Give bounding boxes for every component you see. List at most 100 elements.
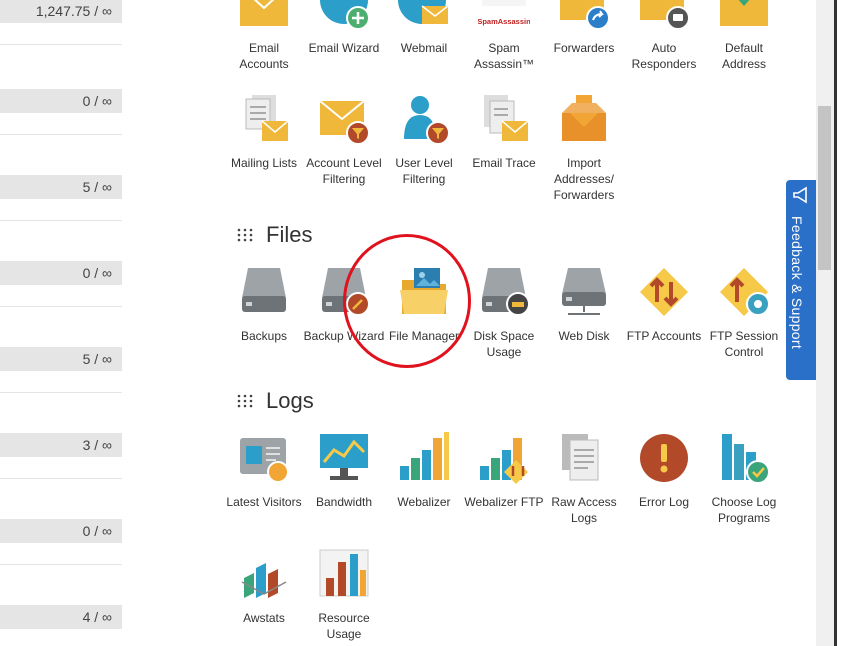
ftp-session-control-button[interactable]: FTP Session Control xyxy=(703,266,785,360)
bandwidth-button[interactable]: Bandwidth xyxy=(303,432,385,510)
ftp-arrows-icon xyxy=(640,268,688,316)
stat-value: 0 / ∞ xyxy=(0,261,122,285)
raw-access-logs-button[interactable]: Raw Access Logs xyxy=(543,432,625,526)
forward-envelope-icon xyxy=(560,0,610,30)
logs-section-title: Logs xyxy=(237,388,314,414)
envelope-icon xyxy=(240,0,288,26)
default-address-button[interactable]: Default Address xyxy=(703,0,785,72)
stat-value: 3 / ∞ xyxy=(0,433,122,457)
tile-label: Forwarders xyxy=(553,41,615,55)
drag-handle-icon xyxy=(237,394,253,408)
tile-label: Disk Space Usage xyxy=(473,329,535,359)
tile-label: Spam Assassin™ xyxy=(473,41,535,71)
latest-visitors-button[interactable]: Latest Visitors xyxy=(223,432,305,510)
webalizer-button[interactable]: Webalizer xyxy=(383,432,465,510)
stat-value: 4 / ∞ xyxy=(0,605,122,629)
webmail-button[interactable]: Webmail xyxy=(383,0,465,56)
email-wizard-button[interactable]: Email Wizard xyxy=(303,0,385,56)
drag-handle-icon xyxy=(237,228,253,242)
tile-label: Webalizer xyxy=(397,495,451,509)
spamassassin-logo-icon: SpamAssassin xyxy=(477,0,531,26)
divider xyxy=(0,306,122,307)
error-icon xyxy=(640,434,688,482)
document-stack-icon xyxy=(562,434,599,481)
email-accounts-button[interactable]: Email Accounts xyxy=(223,0,305,72)
stat-value: 0 / ∞ xyxy=(0,519,122,543)
tile-label: FTP Session Control xyxy=(709,329,779,359)
choose-log-programs-button[interactable]: Choose Log Programs xyxy=(703,432,785,526)
3d-chart-icon xyxy=(241,563,287,598)
drive-icon xyxy=(242,268,286,312)
resource-chart-icon xyxy=(319,549,369,597)
tile-label: Auto Responders xyxy=(631,41,697,71)
webalizer-ftp-button[interactable]: Webalizer FTP xyxy=(463,432,545,510)
forwarders-button[interactable]: Forwarders xyxy=(543,0,625,56)
megaphone-icon xyxy=(793,186,807,204)
user-filter-icon xyxy=(404,96,450,145)
web-disk-icon xyxy=(562,268,606,315)
default-address-icon xyxy=(720,0,768,26)
awstats-button[interactable]: Awstats xyxy=(223,548,305,626)
backups-button[interactable]: Backups xyxy=(223,266,305,344)
ftp-accounts-button[interactable]: FTP Accounts xyxy=(623,266,705,344)
mailing-list-icon xyxy=(245,95,289,141)
auto-responders-button[interactable]: Auto Responders xyxy=(623,0,705,72)
import-box-icon xyxy=(562,95,606,141)
email-trace-button[interactable]: Email Trace xyxy=(463,93,545,171)
tile-label: Default Address xyxy=(721,41,767,71)
resource-usage-button[interactable]: Resource Usage xyxy=(303,548,385,642)
divider xyxy=(0,220,122,221)
divider xyxy=(0,478,122,479)
trace-icon xyxy=(484,95,529,141)
import-addresses-button[interactable]: Import Addresses/ Forwarders xyxy=(543,93,625,203)
section-heading: Files xyxy=(266,222,313,247)
tile-label: Bandwidth xyxy=(315,495,373,509)
highlight-annotation-circle xyxy=(343,234,471,368)
user-level-filtering-button[interactable]: User Level Filtering xyxy=(383,93,465,187)
stat-value: 5 / ∞ xyxy=(0,347,122,371)
scrollbar-track[interactable] xyxy=(816,0,834,646)
scrollbar-thumb[interactable] xyxy=(818,106,831,270)
files-section-title: Files xyxy=(237,222,312,248)
feedback-support-tab[interactable]: Feedback & Support xyxy=(786,180,816,380)
tile-label: Error Log xyxy=(638,495,690,509)
divider xyxy=(0,134,122,135)
tile-label: Resource Usage xyxy=(318,611,370,641)
bar-chart-ftp-icon xyxy=(480,438,528,484)
tile-label: Web Disk xyxy=(558,329,610,343)
autoresponder-icon xyxy=(640,0,690,30)
tile-label: Choose Log Programs xyxy=(711,495,777,525)
tile-label: Email Accounts xyxy=(239,41,289,71)
monitor-graph-icon xyxy=(320,434,368,480)
feedback-label: Feedback & Support xyxy=(789,216,805,350)
webmail-icon xyxy=(398,0,449,24)
svg-text:SpamAssassin: SpamAssassin xyxy=(478,17,530,26)
tile-label: Backups xyxy=(240,329,288,343)
tile-label: Webalizer FTP xyxy=(464,495,544,509)
error-log-button[interactable]: Error Log xyxy=(623,432,705,510)
disk-space-usage-button[interactable]: Disk Space Usage xyxy=(463,266,545,360)
tile-label: Import Addresses/ Forwarders xyxy=(553,156,615,202)
tile-label: Awstats xyxy=(243,611,285,625)
divider xyxy=(0,44,122,45)
tile-label: Latest Visitors xyxy=(226,495,302,509)
tile-label: User Level Filtering xyxy=(395,156,453,186)
account-level-filtering-button[interactable]: Account Level Filtering xyxy=(303,93,385,187)
spam-assassin-button[interactable]: SpamAssassin Spam Assassin™ xyxy=(463,0,545,72)
mailing-lists-button[interactable]: Mailing Lists xyxy=(223,93,305,171)
stat-value: 1,247.75 / ∞ xyxy=(0,0,122,23)
divider xyxy=(0,564,122,565)
visitors-icon xyxy=(240,438,289,483)
divider xyxy=(0,392,122,393)
ftp-gear-icon xyxy=(720,268,770,316)
tile-label: Email Trace xyxy=(472,156,536,170)
page-edge xyxy=(834,0,837,646)
log-programs-icon xyxy=(722,434,770,484)
bar-chart-icon xyxy=(400,432,449,480)
stat-value: 5 / ∞ xyxy=(0,175,122,199)
tile-label: Mailing Lists xyxy=(230,156,298,170)
tile-label: Webmail xyxy=(400,41,448,55)
web-disk-button[interactable]: Web Disk xyxy=(543,266,625,344)
tile-label: Account Level Filtering xyxy=(306,156,382,186)
filter-envelope-icon xyxy=(319,100,370,145)
